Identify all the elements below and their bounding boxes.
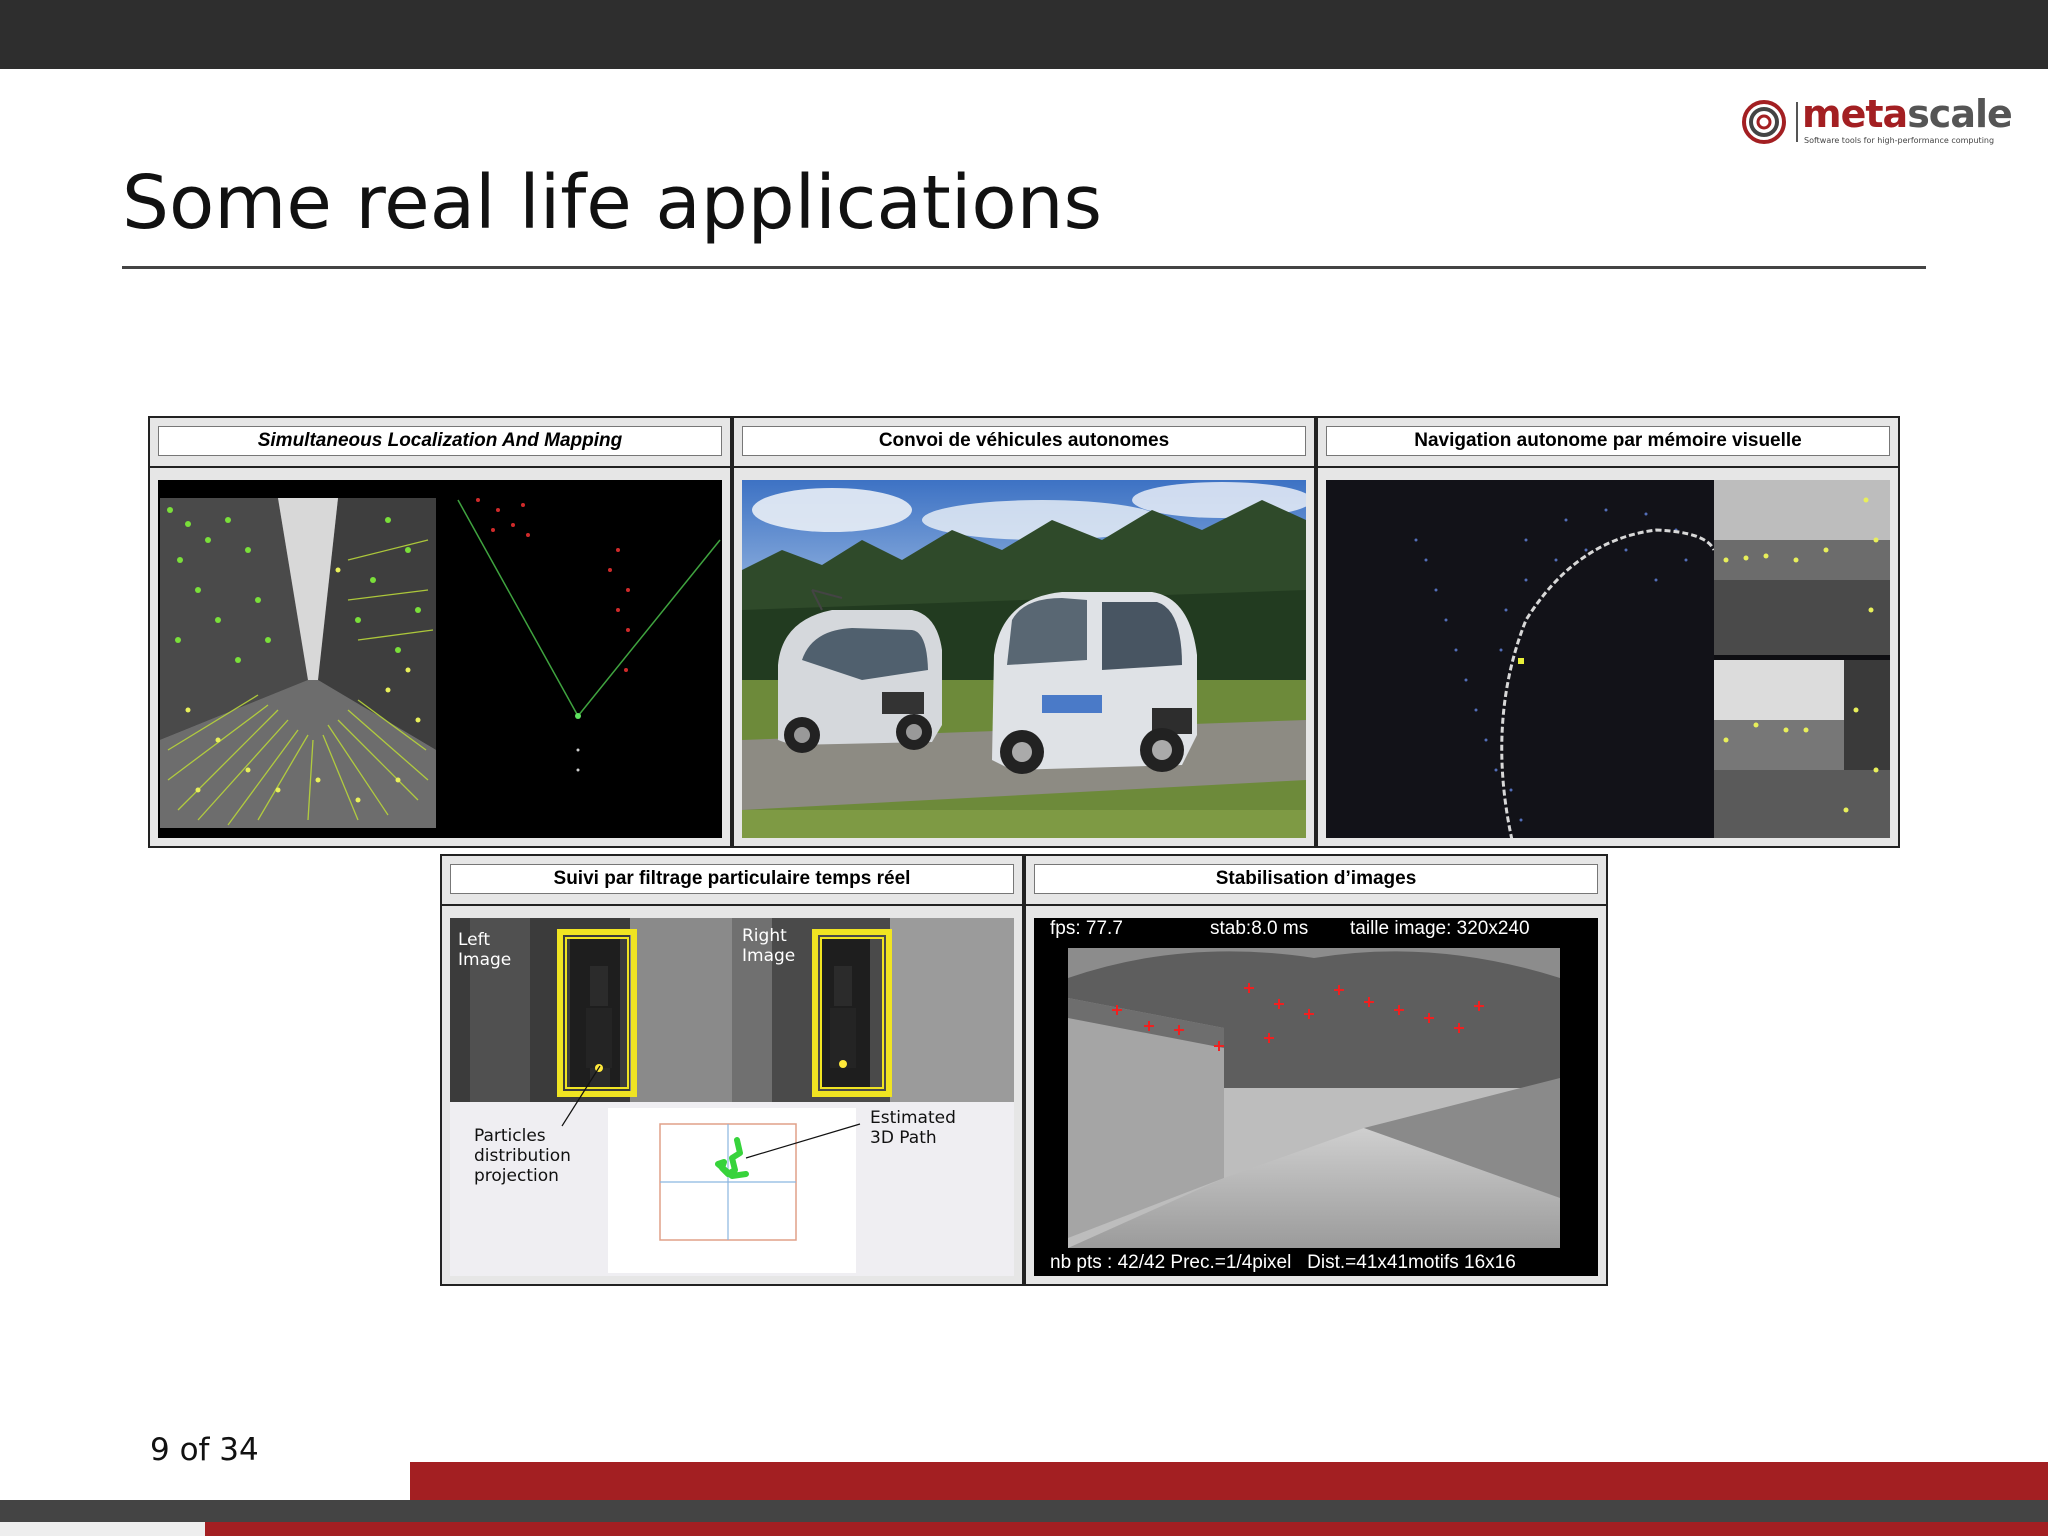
footer-red-bar bbox=[410, 1462, 2048, 1500]
footer-red-strip bbox=[205, 1522, 2048, 1536]
convoy-panel: Convoi de véhicules autonomes bbox=[732, 416, 1316, 848]
navigation-caption: Navigation autonome par mémoire visuelle bbox=[1326, 426, 1890, 456]
fps-readout: fps: 77.7 bbox=[1050, 918, 1123, 939]
stabilisation-caption: Stabilisation d’images bbox=[1034, 864, 1598, 894]
title-rule bbox=[122, 266, 1926, 269]
particles-label: Particles distribution projection bbox=[474, 1126, 571, 1186]
stabilisation-image: fps: 77.7 stab:8.0 ms taille image: 320x… bbox=[1034, 918, 1598, 1276]
path-label: Estimated 3D Path bbox=[870, 1108, 956, 1148]
image-size-readout: taille image: 320x240 bbox=[1350, 918, 1530, 939]
metascale-logo-icon bbox=[1742, 100, 1786, 144]
metascale-logo: metascale Software tools for high-perfor… bbox=[1740, 92, 2013, 152]
panel-divider bbox=[1318, 466, 1898, 468]
top-bar bbox=[0, 0, 2048, 69]
convoy-image bbox=[742, 480, 1306, 838]
slide-title: Some real life applications bbox=[122, 160, 1103, 246]
panel-divider bbox=[150, 466, 730, 468]
logo-tagline: Software tools for high-performance comp… bbox=[1804, 136, 1995, 145]
right-image-label: Right Image bbox=[742, 926, 796, 966]
logo-wordmark: metascale bbox=[1802, 92, 2013, 136]
tracking-caption: Suivi par filtrage particulaire temps ré… bbox=[450, 864, 1014, 894]
slam-panel: Simultaneous Localization And Mapping bbox=[148, 416, 732, 848]
stabilisation-panel: Stabilisation d’images fps: 77.7 stab:8.… bbox=[1024, 854, 1608, 1286]
panel-divider bbox=[734, 466, 1314, 468]
tracking-image: Left Image Right Image Particles distrib… bbox=[450, 918, 1014, 1276]
left-image-label: Left Image bbox=[458, 930, 512, 970]
convoy-caption: Convoi de véhicules autonomes bbox=[742, 426, 1306, 456]
panel-divider bbox=[442, 904, 1022, 906]
panel-divider bbox=[1026, 904, 1606, 906]
navigation-image bbox=[1326, 480, 1890, 838]
navigation-panel: Navigation autonome par mémoire visuelle bbox=[1316, 416, 1900, 848]
applications-figure: Simultaneous Localization And Mapping Co… bbox=[148, 416, 1900, 1288]
stats-readout: nb pts : 42/42 Prec.=1/4pixel Dist.=41x4… bbox=[1050, 1252, 1516, 1273]
tracking-panel: Suivi par filtrage particulaire temps ré… bbox=[440, 854, 1024, 1286]
slam-image bbox=[158, 480, 722, 838]
stab-readout: stab:8.0 ms bbox=[1210, 918, 1309, 939]
footer-grey-bar bbox=[0, 1500, 2048, 1522]
slam-caption: Simultaneous Localization And Mapping bbox=[158, 426, 722, 456]
logo-separator bbox=[1796, 102, 1798, 142]
footer-light-strip bbox=[0, 1522, 205, 1536]
page-number: 9 of 34 bbox=[150, 1432, 259, 1468]
